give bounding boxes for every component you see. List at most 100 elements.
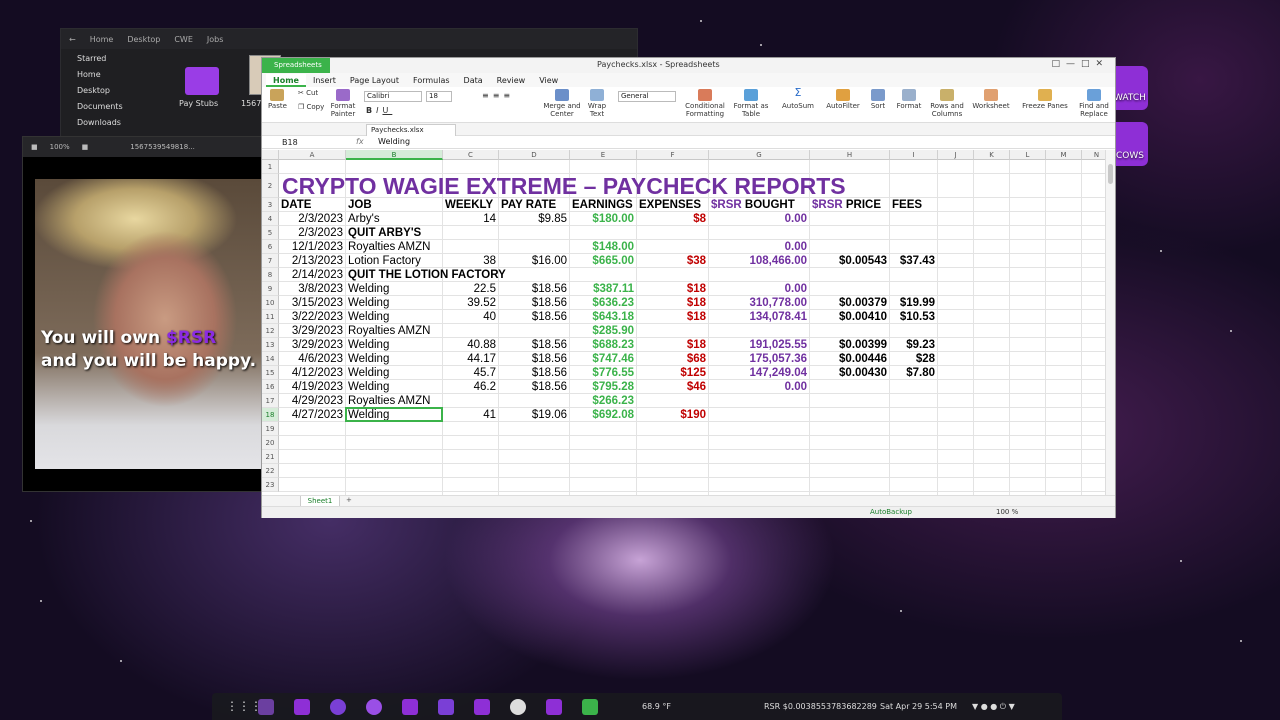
cell-fees[interactable]: $37.43 xyxy=(890,254,935,268)
cell-fees[interactable]: $9.23 xyxy=(890,338,935,352)
spreadsheets-icon[interactable] xyxy=(582,699,598,715)
cell-earnings[interactable]: $747.46 xyxy=(570,352,634,366)
firefox-icon[interactable] xyxy=(330,699,346,715)
column-header-m[interactable]: M xyxy=(1046,150,1082,160)
formula-input[interactable]: Welding xyxy=(378,137,410,146)
cell-fees[interactable]: $19.99 xyxy=(890,296,935,310)
back-arrow-icon[interactable]: ← xyxy=(69,35,76,44)
cell-fees[interactable]: $7.80 xyxy=(890,366,935,380)
cell-weekly[interactable]: 40.88 xyxy=(443,338,496,352)
header-fees[interactable]: FEES xyxy=(892,198,922,212)
header-weekly[interactable]: WEEKLY xyxy=(445,198,493,212)
cell-pay-rate[interactable]: $18.56 xyxy=(499,282,567,296)
cell-weekly[interactable]: 44.17 xyxy=(443,352,496,366)
wrap-text-button[interactable]: Wrap Text xyxy=(586,89,608,118)
terminal-icon[interactable] xyxy=(258,699,274,715)
format-buttons[interactable]: BIU xyxy=(366,106,392,115)
system-tray[interactable]: ▼ ● ● ⏻ ▼ xyxy=(972,702,1015,712)
cell-expenses[interactable]: $46 xyxy=(637,380,706,394)
cell-expenses[interactable]: $38 xyxy=(637,254,706,268)
cell-earnings[interactable]: $387.11 xyxy=(570,282,634,296)
cell-date[interactable]: 4/27/2023 xyxy=(279,408,343,422)
files-icon[interactable] xyxy=(294,699,310,715)
autobackup-status[interactable]: AutoBackup xyxy=(870,508,912,516)
row-header-14[interactable]: 14 xyxy=(262,352,279,366)
cell-pay-rate[interactable]: $18.56 xyxy=(499,296,567,310)
cell-earnings[interactable]: $636.23 xyxy=(570,296,634,310)
sort-button[interactable]: Sort xyxy=(868,89,888,110)
column-header-j[interactable]: J xyxy=(938,150,974,160)
cell-job[interactable]: Welding xyxy=(348,296,389,310)
cell-pay-rate[interactable]: $9.85 xyxy=(499,212,567,226)
row-header-17[interactable]: 17 xyxy=(262,394,279,408)
column-header-g[interactable]: G xyxy=(709,150,810,160)
app-tab[interactable]: Spreadsheets xyxy=(262,58,330,73)
zoom-out-icon[interactable]: ■ xyxy=(31,143,38,151)
font-name-select[interactable]: Calibri xyxy=(364,91,422,102)
cell-rsr-price[interactable]: $0.00410 xyxy=(810,310,887,324)
app-grid-icon[interactable]: ⋮⋮⋮ xyxy=(226,699,262,715)
add-sheet-icon[interactable]: + xyxy=(346,496,352,504)
column-header-b[interactable]: B xyxy=(346,150,443,160)
find-replace-button[interactable]: Find and Replace xyxy=(1076,89,1112,118)
copy-button[interactable]: ❐ Copy xyxy=(298,103,324,111)
cell-rsr-bought[interactable]: 0.00 xyxy=(709,380,807,394)
cell-rsr-bought[interactable]: 0.00 xyxy=(709,240,807,254)
row-header-19[interactable]: 19 xyxy=(262,422,279,436)
cell-job[interactable]: Welding xyxy=(348,282,389,296)
menu-home[interactable]: Home xyxy=(266,74,306,87)
column-header-h[interactable]: H xyxy=(810,150,890,160)
cell-date[interactable]: 2/3/2023 xyxy=(279,212,343,226)
obs-icon[interactable] xyxy=(510,699,526,715)
row-header-11[interactable]: 11 xyxy=(262,310,279,324)
cell-weekly[interactable]: 39.52 xyxy=(443,296,496,310)
cell-pay-rate[interactable]: $19.06 xyxy=(499,408,567,422)
column-header-e[interactable]: E xyxy=(570,150,637,160)
cell-rsr-bought[interactable]: 147,249.04 xyxy=(709,366,807,380)
row-header-18[interactable]: 18 xyxy=(262,408,279,422)
row-header-4[interactable]: 4 xyxy=(262,212,279,226)
column-header-n[interactable]: N xyxy=(1082,150,1107,160)
cell-date[interactable]: 4/29/2023 xyxy=(279,394,343,408)
chrome-icon[interactable] xyxy=(366,699,382,715)
cell-rsr-bought[interactable]: 310,778.00 xyxy=(709,296,807,310)
menu-review[interactable]: Review xyxy=(490,74,533,87)
header-job[interactable]: JOB xyxy=(348,198,372,212)
cell-job[interactable]: QUIT THE LOTION FACTORY xyxy=(348,268,506,282)
cell-rsr-bought[interactable]: 134,078.41 xyxy=(709,310,807,324)
format-as-table-button[interactable]: Format as Table xyxy=(732,89,770,118)
cell-date[interactable]: 3/29/2023 xyxy=(279,338,343,352)
cell-pay-rate[interactable]: $18.56 xyxy=(499,366,567,380)
header-rsr-price[interactable]: $RSR PRICE xyxy=(812,198,881,212)
cell-date[interactable]: 3/15/2023 xyxy=(279,296,343,310)
cell-rsr-price[interactable]: $0.00446 xyxy=(810,352,887,366)
number-format-select[interactable]: General xyxy=(618,91,676,102)
cell-rsr-bought[interactable]: 0.00 xyxy=(709,282,807,296)
format-button[interactable]: Format xyxy=(894,89,924,110)
breadcrumb-home[interactable]: Home xyxy=(90,35,114,44)
row-header-23[interactable]: 23 xyxy=(262,478,279,492)
cell-expenses[interactable]: $18 xyxy=(637,296,706,310)
sheet-title[interactable]: CRYPTO WAGIE EXTREME – PAYCHECK REPORTS xyxy=(282,173,846,199)
cell-fees[interactable]: $28 xyxy=(890,352,935,366)
name-box[interactable]: B18 xyxy=(266,137,326,148)
sidebar-item-documents[interactable]: Documents xyxy=(61,99,171,115)
cell-rsr-price[interactable]: $0.00379 xyxy=(810,296,887,310)
sidebar-item-home[interactable]: Home xyxy=(61,67,171,83)
zoom-level[interactable]: 100 % xyxy=(996,508,1018,516)
worksheet-button[interactable]: Worksheet xyxy=(970,89,1012,110)
merge-center-button[interactable]: Merge and Center xyxy=(542,89,582,118)
cell-expenses[interactable]: $190 xyxy=(637,408,706,422)
cell-grid[interactable]: A B C D E F G H I J K L M N 1 2 3 4 5 6 7 8 9 10 11 12 13 14 15 16 17 1… xyxy=(262,150,1107,495)
cell-pay-rate[interactable]: $16.00 xyxy=(499,254,567,268)
cell-weekly[interactable]: 22.5 xyxy=(443,282,496,296)
menu-formulas[interactable]: Formulas xyxy=(406,74,457,87)
cell-rsr-bought[interactable]: 0.00 xyxy=(709,212,807,226)
cell-earnings[interactable]: $688.23 xyxy=(570,338,634,352)
cell-expenses[interactable]: $18 xyxy=(637,310,706,324)
cell-weekly[interactable]: 38 xyxy=(443,254,496,268)
header-pay-rate[interactable]: PAY RATE xyxy=(501,198,556,212)
row-header-16[interactable]: 16 xyxy=(262,380,279,394)
cell-date[interactable]: 4/19/2023 xyxy=(279,380,343,394)
cell-expenses[interactable]: $125 xyxy=(637,366,706,380)
